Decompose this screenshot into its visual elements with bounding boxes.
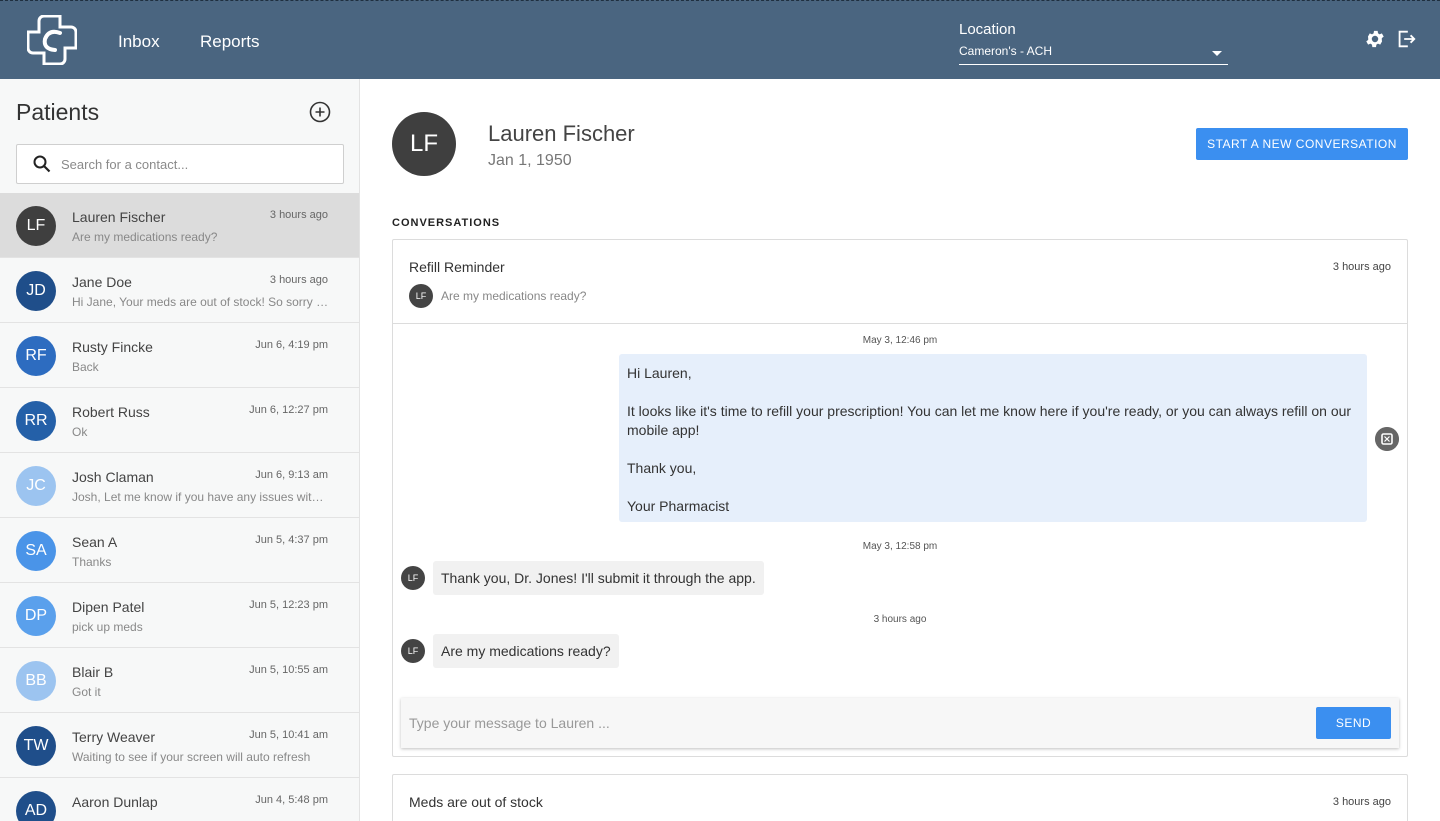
patient-list-name: Sean A (72, 534, 118, 550)
patient-list-time: Jun 5, 4:37 pm (255, 534, 328, 546)
patient-list-time: Jun 5, 10:55 am (249, 664, 328, 676)
patient-list-message: Hi Jane, Your meds are out of stock! So … (72, 295, 330, 309)
patient-list-time: Jun 5, 12:23 pm (249, 599, 328, 611)
main-panel: LF Lauren Fischer Jan 1, 1950 START A NE… (360, 79, 1440, 821)
avatar: LF (401, 639, 425, 663)
patient-list: LF Lauren Fischer 3 hours ago Are my medica… (0, 193, 359, 821)
avatar: LF (401, 566, 425, 590)
gear-icon[interactable] (1364, 28, 1386, 50)
conversation-title[interactable]: Refill Reminder (409, 259, 505, 275)
search-input[interactable] (61, 145, 331, 183)
conversation-title[interactable]: Meds are out of stock (409, 794, 543, 810)
list-item[interactable]: AD Aaron Dunlap Jun 4, 5:48 pm (0, 778, 359, 821)
patient-list-message: Ok (72, 425, 88, 439)
send-button[interactable]: SEND (1316, 707, 1391, 739)
conversation-card: Refill Reminder 3 hours ago LF Are my me… (392, 239, 1408, 757)
plus-cross-logo[interactable] (27, 15, 77, 65)
avatar: LF (409, 284, 433, 308)
list-item[interactable]: SA Sean A Jun 5, 4:37 pm Thanks (0, 518, 359, 583)
location-select[interactable]: Cameron's - ACH (959, 43, 1228, 65)
avatar: BB (16, 661, 56, 701)
nav-inbox[interactable]: Inbox (118, 32, 160, 52)
avatar: JC (16, 466, 56, 506)
patient-name: Lauren Fischer (488, 121, 635, 146)
start-new-conversation-button[interactable]: START A NEW CONVERSATION (1196, 128, 1408, 160)
patient-list-message: Waiting to see if your screen will auto … (72, 750, 311, 764)
patient-list-name: Rusty Fincke (72, 339, 153, 355)
add-patient-icon[interactable] (309, 101, 331, 123)
message-line: It looks like it's time to refill your p… (627, 403, 1352, 438)
patient-list-name: Lauren Fischer (72, 209, 166, 225)
patient-dob: Jan 1, 1950 (488, 152, 572, 169)
conversation-card[interactable]: Meds are out of stock 3 hours ago (392, 774, 1408, 821)
patient-list-message: pick up meds (72, 620, 143, 634)
conversation-time: 3 hours ago (1332, 261, 1391, 273)
avatar: RF (16, 336, 56, 376)
list-item[interactable]: DP Dipen Patel Jun 5, 12:23 pm pick up meds (0, 583, 359, 648)
message-line: Hi Lauren, (627, 365, 692, 381)
avatar: DP (16, 596, 56, 636)
avatar: LF (16, 206, 56, 246)
message-line: Thank you, (627, 460, 697, 476)
search-icon (33, 155, 51, 173)
patient-list-time: 3 hours ago (269, 274, 328, 286)
patients-sidebar: Patients LF Lauren Fischer 3 hours ago Are … (0, 79, 360, 821)
divider (393, 323, 1407, 324)
message-timestamp: 3 hours ago (873, 614, 927, 625)
outgoing-message: Hi Lauren, It looks like it's time to re… (619, 354, 1367, 522)
patient-list-time: Jun 6, 4:19 pm (255, 339, 328, 351)
patient-list-message: Are my medications ready? (72, 230, 218, 244)
location-value: Cameron's - ACH (959, 44, 1052, 58)
conversations-heading: CONVERSATIONS (392, 217, 501, 229)
logout-icon[interactable] (1395, 28, 1417, 50)
patient-list-message: Back (72, 360, 99, 374)
transfer-icon[interactable] (1375, 427, 1399, 451)
message-composer: SEND (401, 698, 1399, 748)
patient-list-name: Dipen Patel (72, 599, 145, 615)
patient-list-time: Jun 4, 5:48 pm (255, 794, 328, 806)
conversation-time: 3 hours ago (1332, 796, 1391, 808)
message-input[interactable] (409, 698, 1299, 748)
patient-avatar: LF (392, 112, 456, 176)
patient-list-name: Terry Weaver (72, 729, 155, 745)
avatar: TW (16, 726, 56, 766)
list-item[interactable]: JD Jane Doe 3 hours ago Hi Jane, Your meds … (0, 258, 359, 323)
list-item[interactable]: RF Rusty Fincke Jun 6, 4:19 pm Back (0, 323, 359, 388)
patient-list-time: Jun 5, 10:41 am (249, 729, 328, 741)
avatar: RR (16, 401, 56, 441)
list-item[interactable]: RR Robert Russ Jun 6, 12:27 pm Ok (0, 388, 359, 453)
patient-list-name: Blair B (72, 664, 114, 680)
patient-list-time: Jun 6, 12:27 pm (249, 404, 328, 416)
incoming-message: Thank you, Dr. Jones! I'll submit it thr… (433, 561, 764, 595)
chevron-down-icon (1212, 51, 1222, 56)
patient-list-time: Jun 6, 9:13 am (255, 469, 328, 481)
avatar: SA (16, 531, 56, 571)
nav-reports[interactable]: Reports (200, 32, 260, 52)
patient-list-name: Aaron Dunlap (72, 794, 158, 810)
patient-list-time: 3 hours ago (269, 209, 328, 221)
top-bar: Inbox Reports Location Cameron's - ACH (0, 0, 1440, 79)
avatar: JD (16, 271, 56, 311)
avatar: AD (16, 791, 56, 821)
patient-list-message: Josh, Let me know if you have any issues… (72, 490, 330, 504)
list-item[interactable]: BB Blair B Jun 5, 10:55 am Got it (0, 648, 359, 713)
contact-search (16, 144, 344, 184)
message-timestamp: May 3, 12:58 pm (862, 541, 938, 552)
list-item[interactable]: JC Josh Claman Jun 6, 9:13 am Josh, Let me … (0, 453, 359, 518)
patient-list-name: Jane Doe (72, 274, 132, 290)
patient-list-name: Josh Claman (72, 469, 154, 485)
list-item[interactable]: LF Lauren Fischer 3 hours ago Are my medica… (0, 193, 359, 258)
list-item[interactable]: TW Terry Weaver Jun 5, 10:41 am Waiting to … (0, 713, 359, 778)
sidebar-title: Patients (16, 99, 100, 125)
patient-list-message: Got it (72, 685, 101, 699)
patient-list-name: Robert Russ (72, 404, 150, 420)
location-label: Location (959, 21, 1016, 38)
patient-list-message: Thanks (72, 555, 112, 569)
message-line: Your Pharmacist (627, 498, 730, 514)
incoming-message: Are my medications ready? (433, 634, 619, 668)
conversation-preview: Are my medications ready? (441, 289, 587, 303)
message-timestamp: May 3, 12:46 pm (862, 335, 938, 346)
